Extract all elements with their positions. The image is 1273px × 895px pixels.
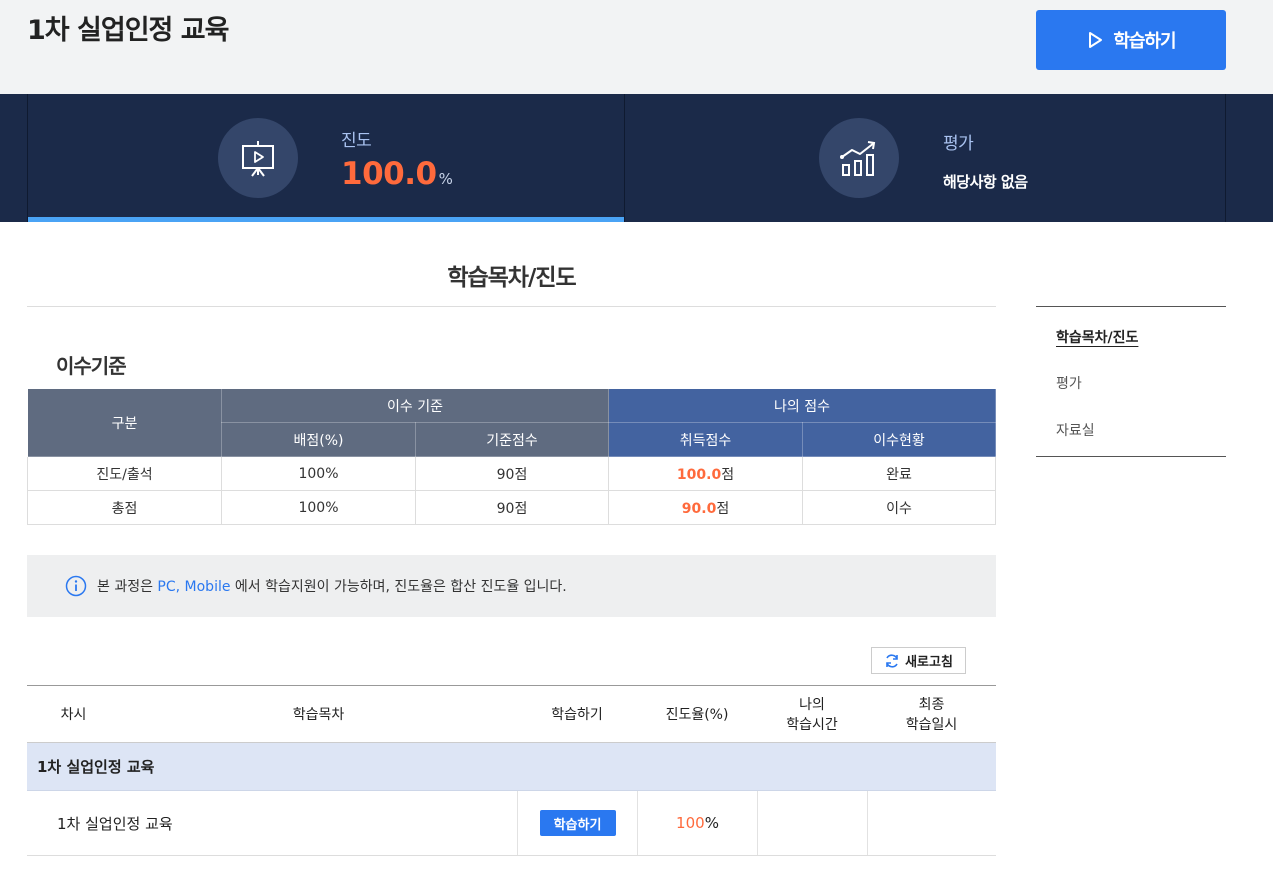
lesson-my-time	[757, 791, 867, 855]
progress-label: 진도	[341, 131, 372, 151]
lesson-rate: 100%	[637, 791, 757, 855]
group-criteria-header: 이수 기준	[221, 388, 609, 423]
study-button[interactable]: 학습하기	[1036, 10, 1226, 70]
side-nav: 학습목차/진도 평가 자료실	[1036, 306, 1226, 457]
header-session: 차시	[60, 707, 87, 723]
lesson-study-cell: 학습하기	[517, 791, 637, 855]
row-weight: 100%	[221, 456, 416, 491]
stats-band: 진도 100.0% 평가 해당사항 없음	[0, 94, 1273, 222]
evaluation-label: 평가	[943, 134, 974, 154]
lesson-title: 1차 실업인정 교육	[57, 814, 173, 833]
row-name: 총점	[27, 490, 222, 525]
header-rate: 진도율(%)	[665, 707, 729, 723]
header-study: 학습하기	[551, 707, 603, 723]
evaluation-panel[interactable]: 평가 해당사항 없음	[625, 94, 1226, 222]
row-earned: 100.0점	[608, 456, 803, 491]
study-button-label: 학습하기	[1113, 31, 1176, 52]
side-nav-item-library[interactable]: 자료실	[1056, 420, 1095, 440]
progress-unit: %	[438, 170, 453, 188]
notice-highlight: PC, Mobile	[157, 579, 231, 595]
section-title: 학습목차/진도	[447, 265, 576, 291]
row-weight: 100%	[221, 490, 416, 525]
page-header: 1차 실업인정 교육 학습하기	[0, 0, 1273, 94]
row-name: 진도/출석	[27, 456, 222, 491]
notice-text: 본 과정은 PC, Mobile 에서 학습지원이 가능하며, 진도율은 합산 …	[97, 579, 567, 595]
group-my-score-header: 나의 점수	[608, 388, 996, 423]
progress-value: 100.0%	[341, 156, 453, 192]
table-row: 진도/출석 100% 90점 100.0점 완료	[27, 456, 996, 491]
col-base-score: 기준점수	[415, 422, 609, 457]
row-status: 이수	[802, 490, 996, 525]
header-contents: 학습목차	[292, 707, 345, 723]
refresh-button[interactable]: 새로고침	[871, 647, 966, 674]
lesson-last-study	[867, 791, 996, 855]
progress-panel[interactable]: 진도 100.0%	[27, 94, 625, 222]
row-status: 완료	[802, 456, 996, 491]
side-nav-item-evaluation[interactable]: 평가	[1056, 373, 1082, 393]
row-base: 90점	[415, 456, 609, 491]
group-row: 1차 실업인정 교육	[27, 743, 996, 791]
active-panel-indicator	[28, 217, 624, 222]
page-title: 1차 실업인정 교육	[27, 15, 229, 46]
play-icon	[1089, 32, 1103, 48]
chart-growth-icon	[819, 118, 899, 198]
header-my-time: 나의 학습시간	[786, 697, 838, 733]
refresh-icon	[886, 653, 898, 668]
table-row: 총점 100% 90점 90.0점 이수	[27, 490, 996, 525]
divider	[27, 306, 996, 307]
header-last-study: 최종 학습일시	[905, 697, 958, 733]
col-group: 구분	[27, 388, 222, 457]
info-icon	[65, 575, 87, 597]
side-nav-item-contents[interactable]: 학습목차/진도	[1056, 327, 1138, 347]
col-earned: 취득점수	[608, 422, 803, 457]
lesson-row: 1차 실업인정 교육 학습하기 100%	[27, 791, 996, 856]
criteria-table: 구분 이수 기준 나의 점수 배점(%) 기준점수 취득점수 이수현황 진도/출…	[27, 388, 996, 525]
refresh-label: 새로고침	[905, 655, 953, 670]
col-weight: 배점(%)	[221, 422, 416, 457]
row-earned: 90.0점	[608, 490, 803, 525]
row-base: 90점	[415, 490, 609, 525]
notice-box: 본 과정은 PC, Mobile 에서 학습지원이 가능하며, 진도율은 합산 …	[27, 555, 996, 617]
presentation-icon	[218, 118, 298, 198]
col-status: 이수현황	[802, 422, 996, 457]
lesson-list-header: 차시 학습목차 학습하기 진도율(%) 나의 학습시간 최종 학습일시	[27, 685, 996, 743]
criteria-title: 이수기준	[56, 354, 127, 378]
evaluation-value: 해당사항 없음	[943, 173, 1028, 191]
lesson-study-button[interactable]: 학습하기	[539, 810, 616, 836]
